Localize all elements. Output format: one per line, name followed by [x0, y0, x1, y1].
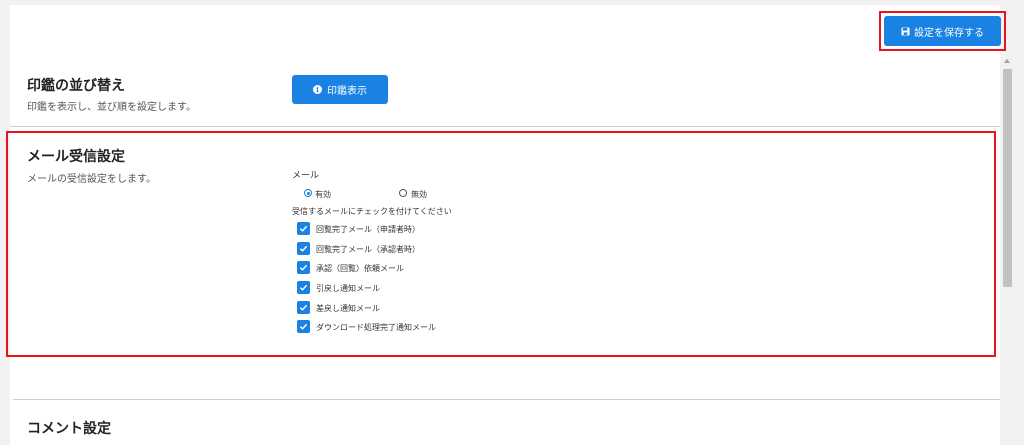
check-icon: [299, 304, 308, 311]
mail-section-highlight: [6, 131, 996, 357]
mail-label: メール: [292, 171, 320, 181]
info-icon: i: [313, 85, 322, 94]
mail-instruction: 受信するメールにチェックを付けてください: [292, 207, 452, 216]
seal-section-description: 印鑑を表示し、並び順を設定します。: [27, 102, 196, 113]
check-icon: [299, 225, 308, 232]
scroll-up-arrow-icon[interactable]: [1004, 59, 1010, 63]
check-icon: [299, 323, 308, 330]
mail-section-description: メールの受信設定をします。: [27, 174, 156, 185]
checkbox-sendback-notice[interactable]: [297, 301, 310, 314]
save-settings-button[interactable]: 設定を保存する: [884, 16, 1001, 46]
check-icon: [299, 264, 308, 271]
scrollbar-thumb[interactable]: [1003, 69, 1012, 287]
check-icon: [299, 284, 308, 291]
radio-disabled[interactable]: [399, 189, 407, 197]
checkbox-circulation-complete-approver[interactable]: [297, 242, 310, 255]
show-seal-button[interactable]: i 印鑑表示: [292, 75, 388, 104]
checkbox-label: 承認（回覧）依頼メール: [316, 264, 404, 273]
floppy-disk-icon: [901, 26, 910, 36]
checkbox-label: 引戻し通知メール: [316, 284, 380, 293]
radio-enabled-label: 有効: [315, 190, 331, 199]
section-divider: [13, 399, 1000, 400]
checkbox-download-complete[interactable]: [297, 320, 310, 333]
show-seal-button-label: 印鑑表示: [327, 86, 367, 97]
check-icon: [299, 245, 308, 252]
checkbox-label: 回覧完了メール（承認者時）: [316, 245, 420, 254]
radio-enabled[interactable]: [304, 189, 312, 197]
save-button-label: 設定を保存する: [914, 27, 984, 39]
checkbox-label: ダウンロード処理完了通知メール: [316, 323, 436, 332]
radio-disabled-label: 無効: [411, 190, 427, 199]
checkbox-pullback-notice[interactable]: [297, 281, 310, 294]
seal-section-title: 印鑑の並び替え: [27, 78, 125, 94]
checkbox-circulation-complete-applicant[interactable]: [297, 222, 310, 235]
checkbox-label: 差戻し通知メール: [316, 304, 380, 313]
mail-section-title: メール受信設定: [27, 149, 125, 165]
section-divider: [10, 126, 1000, 127]
comment-section-title: コメント設定: [27, 421, 111, 437]
checkbox-label: 回覧完了メール（申請者時）: [316, 225, 420, 234]
checkbox-approval-request[interactable]: [297, 261, 310, 274]
